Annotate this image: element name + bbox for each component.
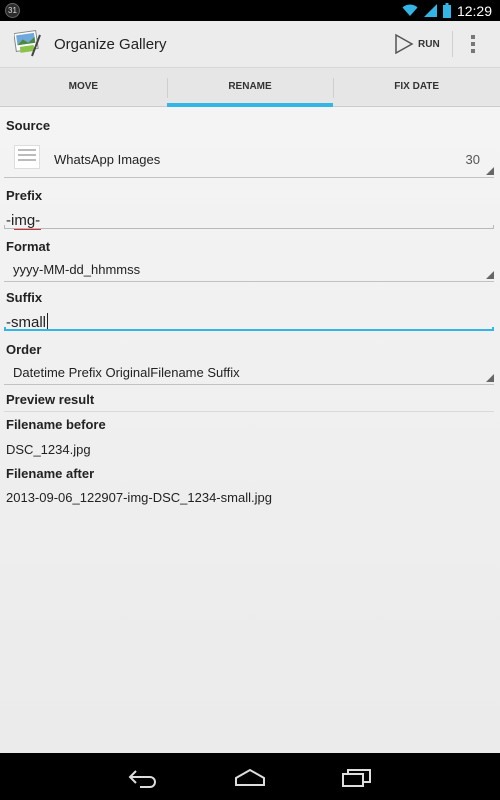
notification-badge-icon: 31	[5, 3, 20, 18]
before-label: Filename before	[6, 417, 106, 432]
run-label: RUN	[418, 38, 440, 50]
spinner-arrow-icon	[486, 271, 494, 279]
order-spinner[interactable]: Datetime Prefix OriginalFilename Suffix	[4, 363, 494, 385]
order-underline	[4, 384, 494, 385]
run-button[interactable]: RUN	[394, 32, 440, 56]
recent-apps-icon[interactable]	[340, 765, 374, 789]
home-icon[interactable]	[233, 765, 267, 789]
status-icons: 12:29	[402, 2, 492, 19]
format-underline	[4, 281, 494, 282]
source-count: 30	[465, 152, 480, 167]
navigation-bar	[0, 753, 500, 800]
format-label: Format	[6, 239, 51, 254]
before-value: DSC_1234.jpg	[6, 442, 91, 457]
order-label: Order	[6, 342, 42, 357]
source-label: Source	[6, 118, 51, 133]
app-title: Organize Gallery	[54, 36, 167, 53]
battery-icon	[442, 3, 451, 18]
bottom-strip	[0, 728, 500, 753]
suffix-label: Suffix	[6, 290, 43, 305]
action-bar: Organize Gallery RUN	[0, 21, 500, 68]
format-value: yyyy-MM-dd_hhmmss	[13, 262, 141, 277]
overflow-menu-icon[interactable]	[468, 35, 478, 55]
after-value: 2013-09-06_122907-img-DSC_1234-small.jpg	[6, 490, 272, 505]
clock: 12:29	[456, 2, 492, 19]
source-value: WhatsApp Images	[54, 152, 161, 167]
prefix-label: Prefix	[6, 188, 43, 203]
preview-label: Preview result	[6, 392, 95, 407]
after-label: Filename after	[6, 466, 95, 481]
action-bar-divider	[452, 31, 453, 57]
preview-divider	[4, 411, 494, 412]
tab-fix-date[interactable]: FIX DATE	[333, 68, 500, 106]
prefix-field-line	[4, 225, 494, 229]
order-value: Datetime Prefix OriginalFilename Suffix	[13, 365, 240, 380]
play-icon	[395, 33, 414, 55]
source-spinner[interactable]: WhatsApp Images 30	[4, 145, 494, 178]
tab-bar: MOVE RENAME FIX DATE	[0, 68, 500, 107]
source-underline	[4, 177, 494, 178]
back-icon[interactable]	[126, 765, 160, 789]
suffix-field-line	[4, 327, 494, 331]
status-bar: 31 12:29	[0, 0, 500, 21]
wifi-icon	[402, 4, 418, 16]
rename-form: Source WhatsApp Images 30 Prefix Format …	[0, 108, 500, 728]
spinner-arrow-icon	[486, 167, 494, 175]
format-spinner[interactable]: yyyy-MM-dd_hhmmss	[4, 260, 494, 282]
spinner-arrow-icon	[486, 374, 494, 382]
signal-icon	[423, 4, 437, 17]
tab-move[interactable]: MOVE	[0, 68, 167, 106]
tab-rename[interactable]: RENAME	[166, 68, 334, 107]
gallery-app-icon[interactable]	[14, 29, 42, 57]
